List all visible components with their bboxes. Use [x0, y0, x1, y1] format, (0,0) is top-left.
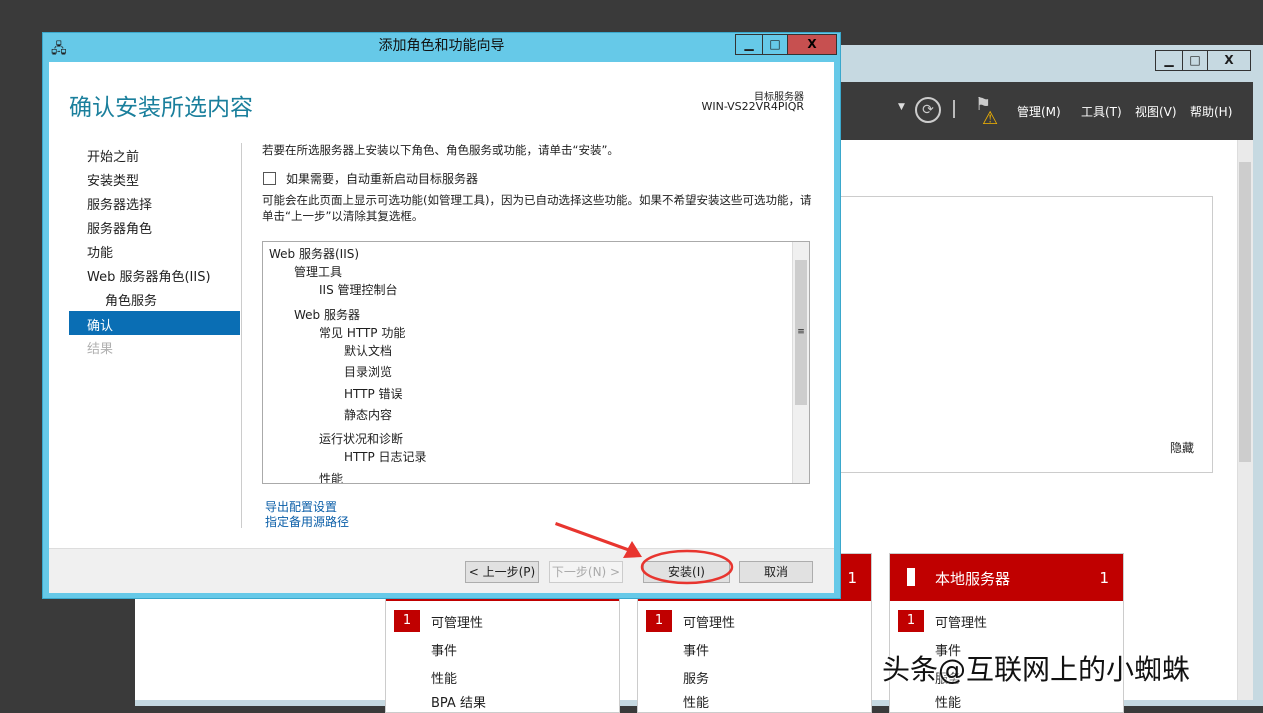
arrow-annotation: [555, 522, 642, 558]
watermark: 头条@互联网上的小蜘蛛: [882, 648, 1190, 688]
annotation-overlay: [0, 0, 1263, 706]
highlight-ellipse: [642, 551, 732, 583]
